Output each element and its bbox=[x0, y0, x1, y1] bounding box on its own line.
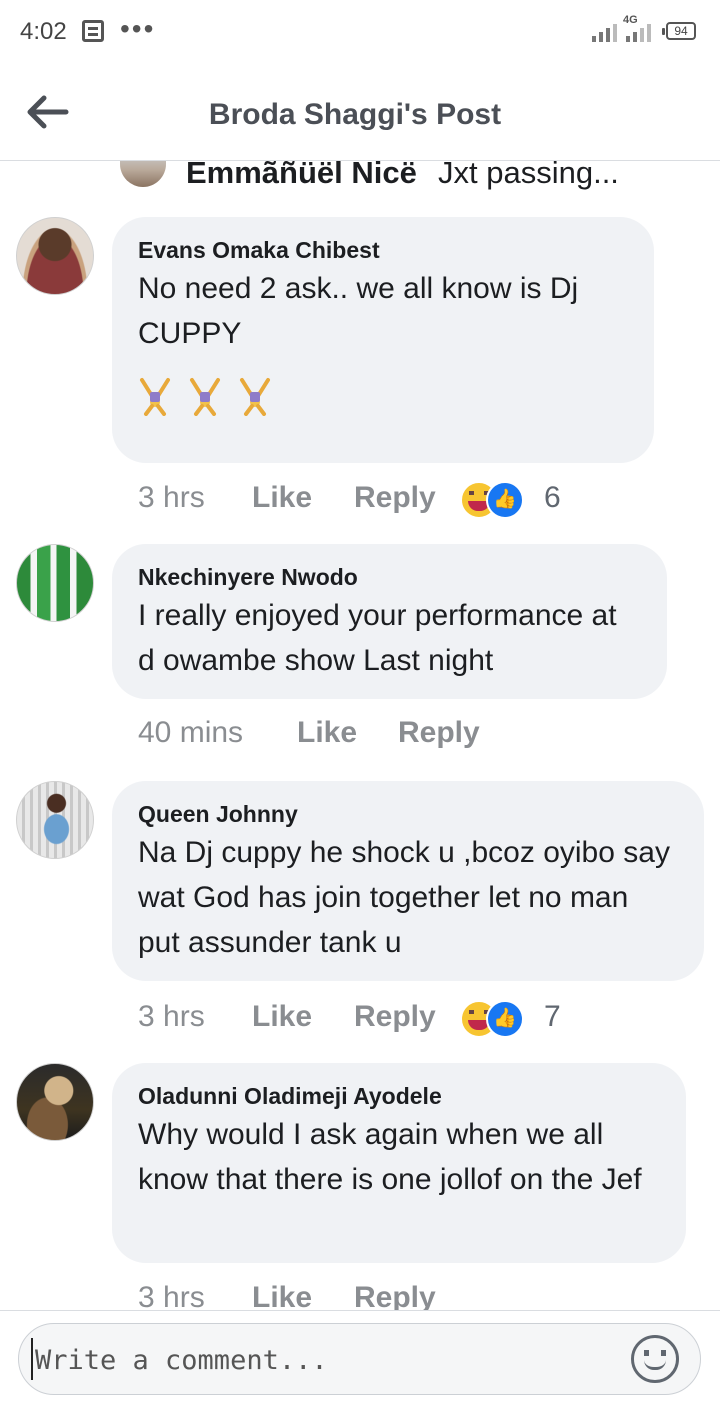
comment-text: No need 2 ask.. we all know is Dj CUPPY bbox=[138, 272, 579, 350]
comment-author[interactable]: Emmãñüël Nicë bbox=[186, 161, 417, 191]
emoji-picker-icon[interactable] bbox=[631, 1335, 679, 1383]
comment-author[interactable]: Evans Omaka Chibest bbox=[138, 235, 628, 265]
more-notifications-icon: ••• bbox=[120, 13, 156, 44]
like-reaction-icon: 👍 bbox=[486, 481, 524, 519]
comment-text: Why would I ask again when we all know t… bbox=[138, 1118, 642, 1196]
emoji-line bbox=[138, 374, 628, 432]
reply-button[interactable]: Reply bbox=[354, 1000, 436, 1034]
comment-time: 3 hrs bbox=[138, 1000, 205, 1033]
avatar[interactable] bbox=[16, 544, 94, 622]
comment-text: Jxt passing... bbox=[438, 161, 619, 190]
reaction-count[interactable]: 6 bbox=[544, 481, 561, 515]
like-button[interactable]: Like bbox=[252, 1281, 312, 1310]
reply-button[interactable]: Reply bbox=[398, 716, 480, 750]
comment-composer bbox=[0, 1310, 720, 1408]
comment-author[interactable]: Queen Johnny bbox=[138, 799, 678, 829]
notes-icon bbox=[82, 20, 104, 42]
comment-bubble[interactable]: Evans Omaka Chibest No need 2 ask.. we a… bbox=[112, 217, 654, 463]
comment-text: I really enjoyed your performance at d o… bbox=[138, 599, 617, 677]
reply-button[interactable]: Reply bbox=[354, 1281, 436, 1310]
header-bar: Broda Shaggi's Post bbox=[0, 64, 720, 161]
comment-bubble[interactable]: Oladunni Oladimeji Ayodele Why would I a… bbox=[112, 1063, 686, 1263]
avatar[interactable] bbox=[16, 781, 94, 859]
comment-input[interactable] bbox=[33, 1336, 617, 1384]
reactions[interactable]: 👍 bbox=[460, 481, 524, 521]
reply-button[interactable]: Reply bbox=[354, 481, 436, 515]
comment-time: 3 hrs bbox=[138, 481, 205, 514]
like-button[interactable]: Like bbox=[252, 481, 312, 515]
comments-feed[interactable]: Emmãñüël Nicë Jxt passing... Evans Omaka… bbox=[0, 161, 720, 1310]
avatar[interactable] bbox=[120, 161, 166, 187]
reaction-count[interactable]: 7 bbox=[544, 1000, 561, 1034]
signal-icon bbox=[592, 22, 618, 42]
like-button[interactable]: Like bbox=[297, 716, 357, 750]
avatar[interactable] bbox=[16, 1063, 94, 1141]
comment-author[interactable]: Oladunni Oladimeji Ayodele bbox=[138, 1081, 660, 1111]
battery-icon: 94 bbox=[662, 22, 696, 40]
signal-2-icon bbox=[626, 22, 656, 42]
comment-input-box[interactable] bbox=[18, 1323, 701, 1395]
like-reaction-icon: 👍 bbox=[486, 1000, 524, 1038]
page-title: Broda Shaggi's Post bbox=[208, 98, 502, 131]
cartwheel-emoji-icon bbox=[190, 378, 220, 416]
comment-time: 40 mins bbox=[138, 716, 244, 749]
like-button[interactable]: Like bbox=[252, 1000, 312, 1034]
reactions[interactable]: 👍 bbox=[460, 1000, 524, 1040]
comment-time: 3 hrs bbox=[138, 1281, 205, 1310]
avatar[interactable] bbox=[16, 217, 94, 295]
status-time: 4:02 bbox=[20, 18, 67, 45]
cartwheel-emoji-icon bbox=[140, 378, 170, 416]
comment-bubble[interactable]: Queen Johnny Na Dj cuppy he shock u ,bco… bbox=[112, 781, 704, 981]
status-bar: 4:02 ••• 4G 94 bbox=[0, 0, 720, 64]
cartwheel-emoji-icon bbox=[240, 378, 270, 416]
comment-bubble[interactable]: Nkechinyere Nwodo I really enjoyed your … bbox=[112, 544, 667, 699]
comment-author[interactable]: Nkechinyere Nwodo bbox=[138, 562, 641, 592]
comment-text: Na Dj cuppy he shock u ,bcoz oyibo say w… bbox=[138, 836, 670, 959]
